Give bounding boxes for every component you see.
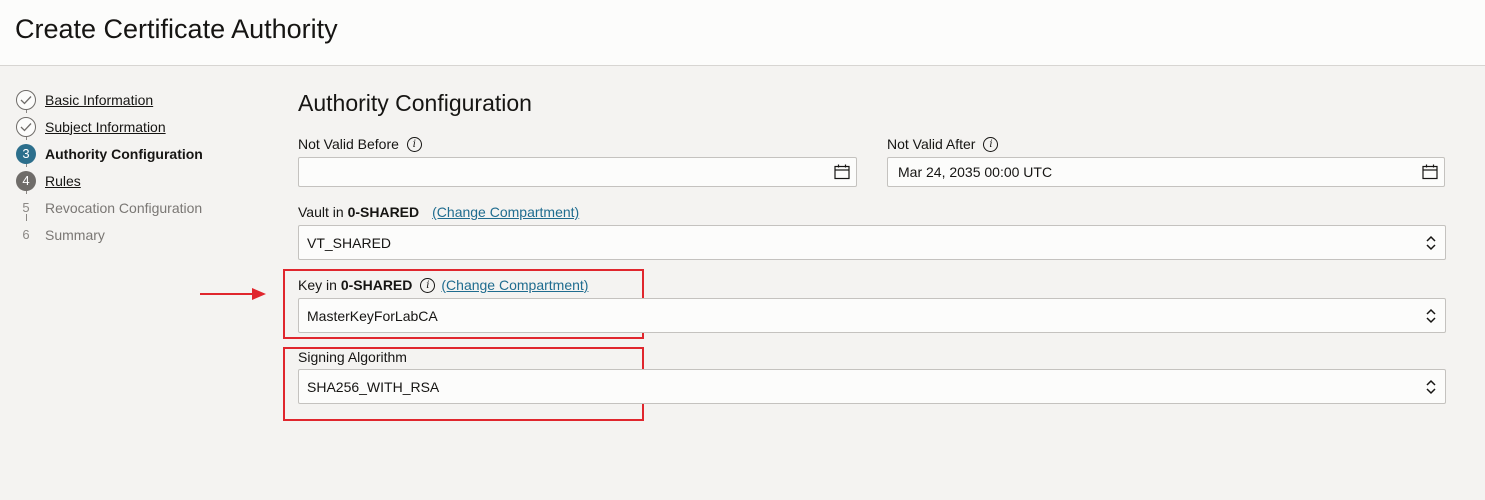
- step-label: Summary: [45, 226, 105, 243]
- section-title: Authority Configuration: [298, 90, 532, 116]
- not-valid-before-label: Not Valid Before i: [298, 136, 422, 152]
- signing-algorithm-label: Signing Algorithm: [298, 349, 407, 365]
- key-change-compartment-link[interactable]: (Change Compartment): [441, 277, 588, 293]
- step-label[interactable]: Subject Information: [45, 119, 166, 135]
- info-icon[interactable]: i: [420, 277, 436, 293]
- field-value: Mar 24, 2035 00:00 UTC: [898, 164, 1053, 180]
- label-text: Vault in: [298, 204, 344, 220]
- check-circle-icon: [16, 116, 36, 137]
- step-basic-information[interactable]: Basic Information: [16, 86, 256, 113]
- compartment-name: 0-SHARED: [340, 277, 413, 293]
- step-revocation-configuration: 5 Revocation Configuration: [16, 194, 256, 221]
- not-valid-after-label: Not Valid After i: [887, 136, 999, 152]
- label-text: Not Valid Before: [298, 136, 399, 152]
- step-label: Revocation Configuration: [45, 199, 203, 216]
- info-icon[interactable]: i: [983, 136, 999, 152]
- step-number: 6: [22, 227, 30, 242]
- check-circle-icon: [16, 89, 36, 110]
- not-valid-after-field[interactable]: Mar 24, 2035 00:00 UTC: [887, 157, 1445, 187]
- step-subject-information[interactable]: Subject Information: [16, 113, 256, 140]
- page-header: Create Certificate Authority: [0, 0, 1485, 66]
- step-label: Authority Configuration: [45, 145, 203, 162]
- step-number: 5: [22, 200, 30, 215]
- calendar-icon[interactable]: [834, 164, 850, 180]
- step-label[interactable]: Basic Information: [45, 92, 153, 108]
- info-icon[interactable]: i: [406, 136, 422, 152]
- select-value: MasterKeyForLabCA: [307, 307, 438, 324]
- signing-algorithm-select[interactable]: SHA256_WITH_RSA: [298, 369, 1446, 404]
- label-text: Key in: [298, 277, 337, 293]
- step-summary: 6 Summary: [16, 221, 256, 248]
- select-value: SHA256_WITH_RSA: [307, 378, 440, 395]
- not-valid-before-field[interactable]: [298, 157, 857, 187]
- label-text: Not Valid After: [887, 136, 976, 152]
- wizard-steps: Basic Information Subject Information 3 …: [16, 86, 256, 248]
- select-chevrons-icon: [1426, 235, 1436, 250]
- step-rules[interactable]: 4 Rules: [16, 167, 256, 194]
- compartment-name: 0-SHARED: [347, 204, 420, 220]
- key-select[interactable]: MasterKeyForLabCA: [298, 298, 1446, 333]
- calendar-icon[interactable]: [1422, 164, 1438, 180]
- page-title: Create Certificate Authority: [15, 14, 338, 44]
- key-label: Key in 0-SHARED i (Change Compartment): [298, 277, 588, 293]
- vault-label: Vault in 0-SHARED (Change Compartment): [298, 204, 579, 220]
- select-chevrons-icon: [1426, 308, 1436, 323]
- label-text: Signing Algorithm: [298, 349, 407, 365]
- step-number: 3: [16, 143, 36, 164]
- step-number: 4: [16, 170, 36, 191]
- vault-select[interactable]: VT_SHARED: [298, 225, 1446, 260]
- vault-change-compartment-link[interactable]: (Change Compartment): [432, 204, 579, 220]
- step-authority-configuration: 3 Authority Configuration: [16, 140, 256, 167]
- select-value: VT_SHARED: [307, 234, 392, 251]
- select-chevrons-icon: [1426, 379, 1436, 394]
- arrow-right-icon: [200, 288, 266, 300]
- step-label[interactable]: Rules: [45, 173, 81, 189]
